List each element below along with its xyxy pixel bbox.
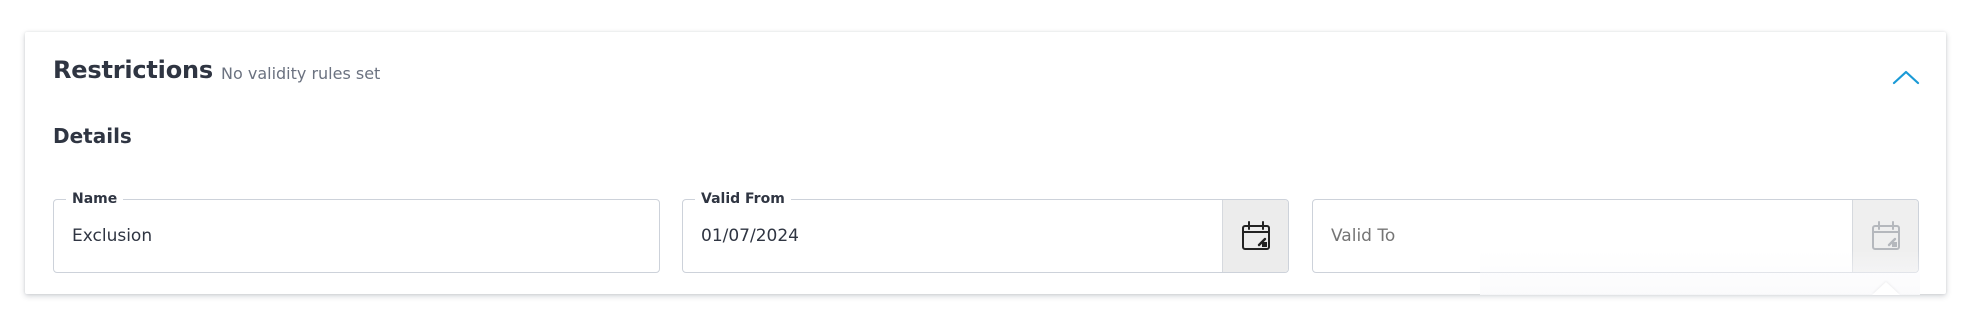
valid-to-input[interactable] [1331, 200, 1831, 272]
name-input[interactable] [72, 200, 592, 272]
restrictions-title: Restrictions [53, 56, 213, 84]
valid-to-field [1312, 199, 1919, 273]
details-section-title: Details [53, 124, 132, 148]
validity-status-text: No validity rules set [221, 64, 381, 83]
chevron-up-icon [1892, 70, 1920, 85]
valid-from-input[interactable] [701, 200, 1201, 272]
calendar-icon [1871, 221, 1900, 250]
restrictions-card: Restrictions No validity rules set Detai… [25, 32, 1946, 294]
valid-from-field: Valid From [682, 189, 1289, 273]
calendar-icon [1241, 221, 1270, 250]
valid-to-calendar-button[interactable] [1852, 200, 1918, 272]
valid-from-calendar-button[interactable] [1222, 200, 1288, 272]
tooltip-arrow [1872, 282, 1900, 295]
name-field: Name [53, 189, 660, 273]
collapse-button[interactable] [1887, 62, 1925, 92]
